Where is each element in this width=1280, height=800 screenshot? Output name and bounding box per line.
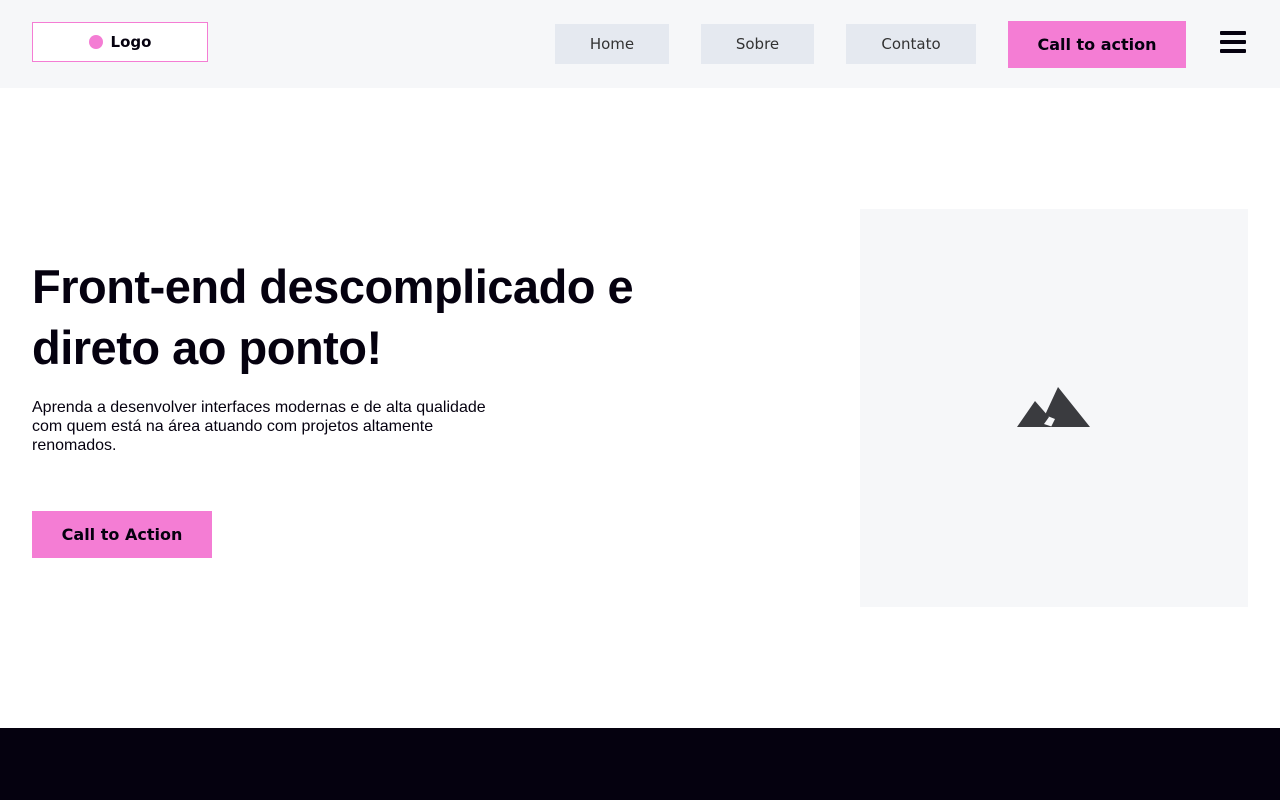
logo[interactable]: Logo [32, 22, 208, 62]
mountain-image-icon [1017, 387, 1090, 427]
logo-label: Logo [110, 33, 152, 51]
hero-cta-button[interactable]: Call to Action [32, 511, 212, 558]
hamburger-menu-icon[interactable] [1220, 31, 1246, 53]
logo-dot-icon [88, 35, 103, 49]
hero-title: Front-end descomplicado e direto ao pont… [32, 260, 634, 374]
site-header: Logo Home Sobre Contato Call to action [0, 0, 1280, 88]
nav-home-button[interactable]: Home [555, 24, 669, 64]
hero-image-placeholder [860, 209, 1248, 607]
header-cta-button[interactable]: Call to action [1008, 21, 1186, 68]
nav-sobre-button[interactable]: Sobre [701, 24, 814, 64]
site-footer [0, 728, 1280, 800]
hero-description: Aprenda a desenvolver interfaces moderna… [32, 399, 486, 454]
nav-contato-button[interactable]: Contato [846, 24, 976, 64]
